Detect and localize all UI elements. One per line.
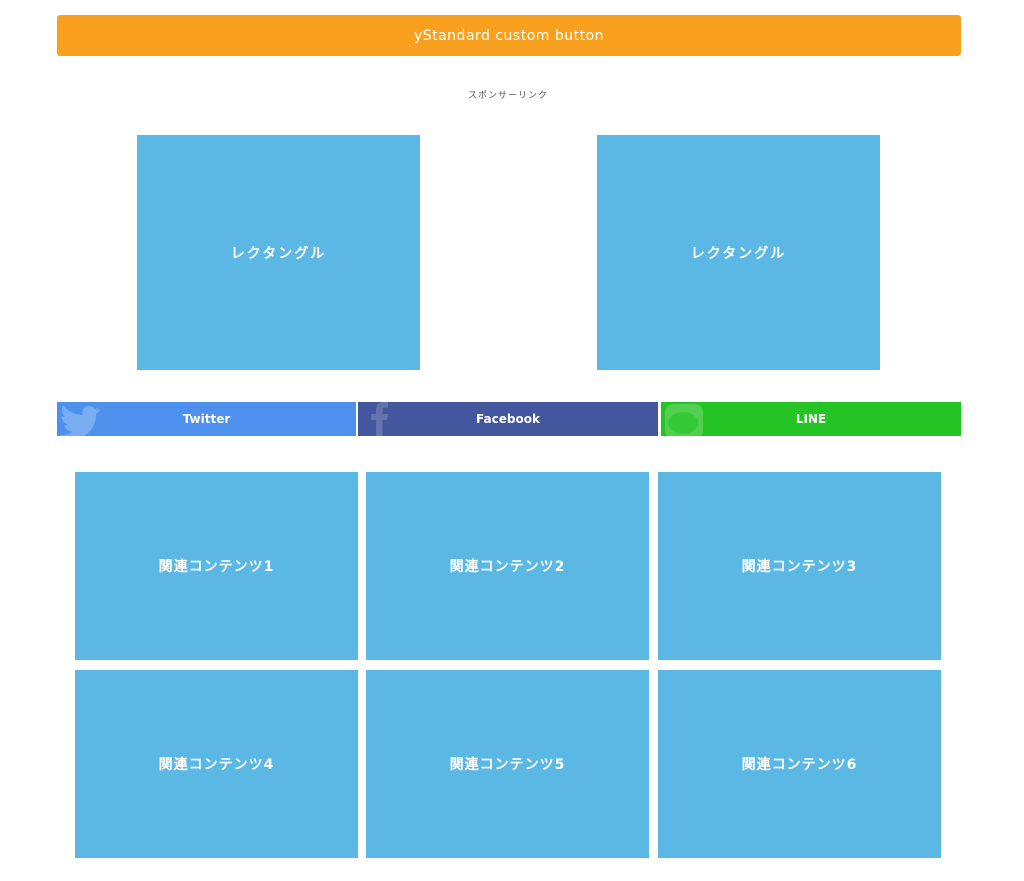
line-share-label: LINE bbox=[795, 412, 827, 426]
sponsor-link-label: スポンサーリンク bbox=[467, 91, 548, 101]
related-content-4[interactable]: 関連コンテンツ4 bbox=[75, 670, 358, 858]
related-content-3[interactable]: 関連コンテンツ3 bbox=[658, 472, 941, 660]
ad-rectangle-label: レクタングル bbox=[690, 245, 787, 262]
line-logo-icon bbox=[665, 404, 703, 436]
line-share-button[interactable]: LINE bbox=[661, 402, 961, 436]
related-content-label: 関連コンテンツ6 bbox=[741, 757, 858, 773]
facebook-share-button[interactable]: Facebook bbox=[358, 402, 658, 436]
twitter-bird-icon bbox=[60, 405, 102, 436]
related-content-label: 関連コンテンツ4 bbox=[158, 757, 275, 773]
custom-button-label: yStandard custom button bbox=[413, 27, 605, 44]
related-content-label: 関連コンテンツ5 bbox=[449, 757, 566, 773]
related-content-5[interactable]: 関連コンテンツ5 bbox=[366, 670, 649, 858]
share-buttons: Twitter Facebook LINE bbox=[57, 402, 961, 436]
related-content-1[interactable]: 関連コンテンツ1 bbox=[75, 472, 358, 660]
facebook-f-icon bbox=[371, 402, 388, 436]
related-content-6[interactable]: 関連コンテンツ6 bbox=[658, 670, 941, 858]
ad-rectangle-label: レクタングル bbox=[230, 245, 327, 262]
ad-rectangle-right[interactable]: レクタングル bbox=[597, 135, 880, 370]
twitter-share-button[interactable]: Twitter bbox=[57, 402, 356, 436]
page: yStandard custom button スポンサーリンク レクタングル … bbox=[0, 0, 1024, 881]
related-content-2[interactable]: 関連コンテンツ2 bbox=[366, 472, 649, 660]
related-content-label: 関連コンテンツ2 bbox=[449, 559, 566, 575]
related-contents: 関連コンテンツ1 関連コンテンツ2 関連コンテンツ3 関連コンテンツ4 関連コン… bbox=[75, 472, 941, 858]
facebook-share-label: Facebook bbox=[476, 412, 540, 426]
twitter-share-label: Twitter bbox=[182, 412, 231, 426]
ystandard-custom-button[interactable]: yStandard custom button bbox=[57, 15, 961, 56]
related-content-label: 関連コンテンツ3 bbox=[741, 559, 858, 575]
related-content-label: 関連コンテンツ1 bbox=[158, 559, 275, 575]
ad-rectangle-left[interactable]: レクタングル bbox=[137, 135, 420, 370]
